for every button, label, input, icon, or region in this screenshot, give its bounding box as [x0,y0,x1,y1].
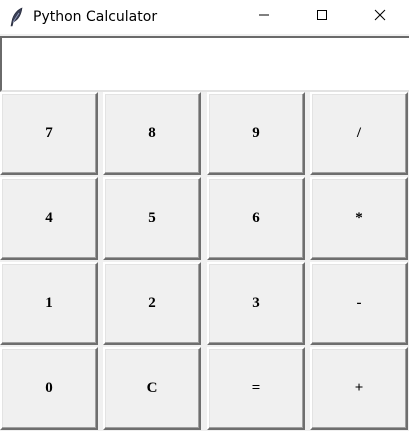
key-divide[interactable]: / [310,92,408,175]
key-7[interactable]: 7 [0,92,98,175]
title-bar[interactable]: Python Calculator [0,0,409,34]
key-multiply[interactable]: * [310,177,408,260]
maximize-button[interactable] [299,0,345,34]
close-button[interactable] [357,0,403,34]
key-8[interactable]: 8 [103,92,201,175]
minimize-button[interactable] [241,0,287,34]
minimize-icon [258,8,270,26]
key-equals[interactable]: = [207,347,305,430]
calculator-window: Python Calculator 7 8 9 / 4 5 6 * 1 2 3 … [0,0,409,431]
key-clear[interactable]: C [103,347,201,430]
window-title: Python Calculator [33,9,158,25]
key-6[interactable]: 6 [207,177,305,260]
feather-icon [10,7,24,27]
key-0[interactable]: 0 [0,347,98,430]
keypad: 7 8 9 / 4 5 6 * 1 2 3 - 0 C = + [0,92,409,431]
key-3[interactable]: 3 [207,262,305,345]
key-add[interactable]: + [310,347,408,430]
key-2[interactable]: 2 [103,262,201,345]
maximize-icon [316,8,328,26]
key-1[interactable]: 1 [0,262,98,345]
key-4[interactable]: 4 [0,177,98,260]
key-5[interactable]: 5 [103,177,201,260]
key-9[interactable]: 9 [207,92,305,175]
close-icon [374,8,386,26]
calculator-display[interactable] [0,36,409,92]
key-subtract[interactable]: - [310,262,408,345]
